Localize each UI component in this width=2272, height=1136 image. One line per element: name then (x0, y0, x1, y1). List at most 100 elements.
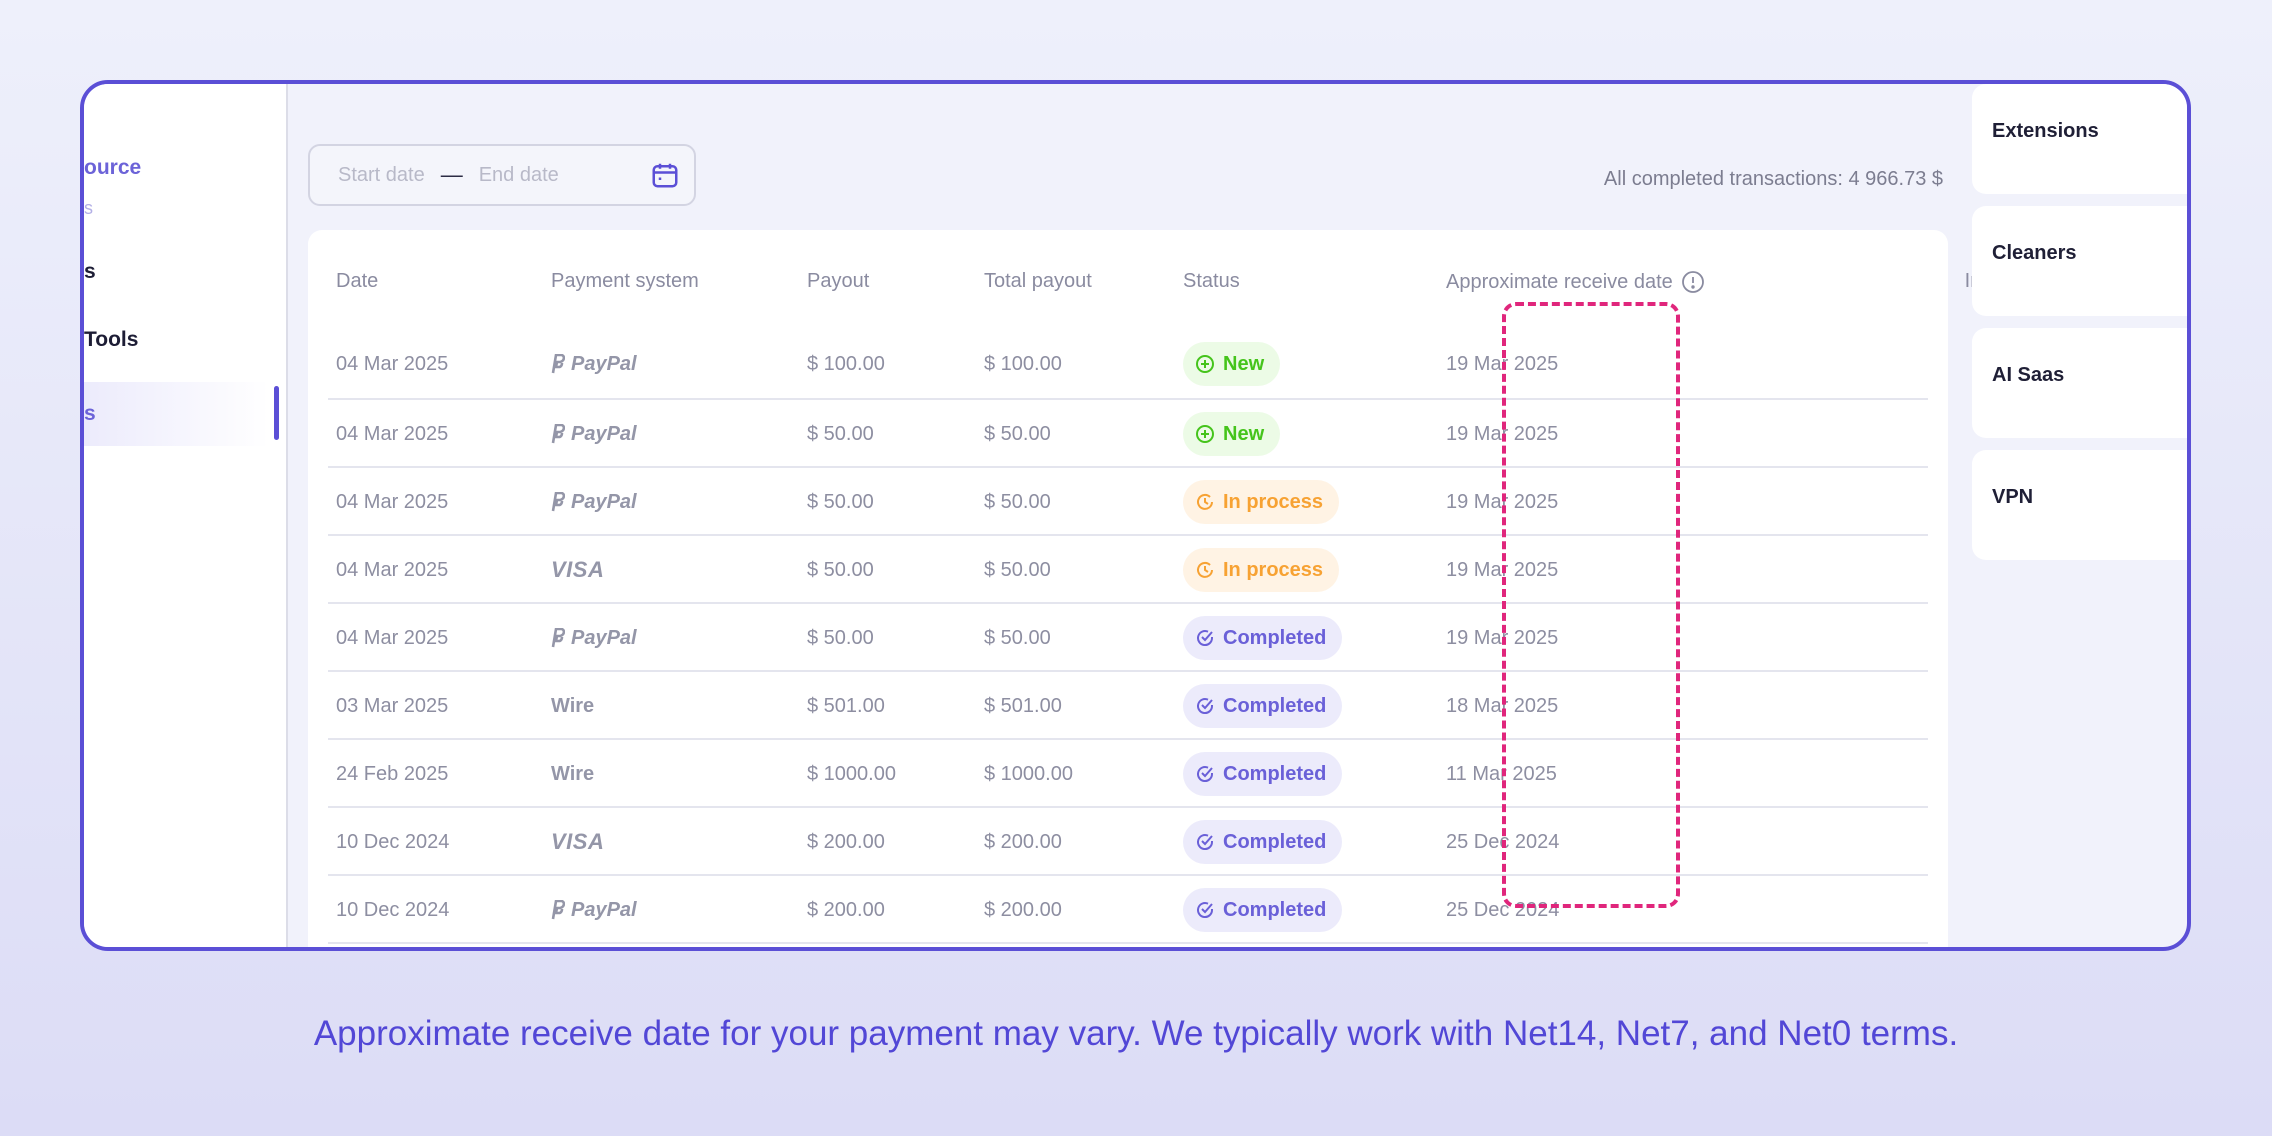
table-row[interactable]: 04 Mar 2025 PayPal $ 100.00 $ 100.00 New 19 M… (328, 330, 1928, 398)
payment-system-label: Wire (551, 694, 595, 717)
info-icon[interactable] (1681, 270, 1705, 294)
cell-date: 04 Mar 2025 (336, 422, 449, 445)
table-row[interactable]: 03 Mar 2025 Wire $ 501.00 $ 501.00 Completed… (328, 670, 1928, 738)
cell-approx-date: 19 Mar 2025 (1446, 422, 1559, 445)
sidebar-item-tools[interactable]: Tools (84, 328, 138, 352)
sidebar-item-active[interactable]: s (84, 382, 269, 446)
table-row[interactable]: 10 Dec 2024 VISA $ 200.00 $ 200.00 Completed… (328, 806, 1928, 874)
status-badge: New (1183, 412, 1281, 456)
calendar-icon[interactable] (650, 160, 680, 190)
payment-system-label: PayPal (571, 422, 637, 445)
cell-status: Completed (1183, 740, 1343, 808)
cell-status: Completed (1183, 672, 1343, 740)
status-badge: Completed (1183, 684, 1343, 728)
check-circle-icon (1195, 764, 1215, 784)
table-row[interactable]: 04 Mar 2025 VISA $ 50.00 $ 50.00 In process 1… (328, 534, 1928, 602)
category-extensions[interactable]: Extensions (1972, 84, 2187, 194)
payment-system-label: Wire (551, 762, 595, 785)
payment-system-label: VISA (551, 557, 605, 582)
cell-total-payout: $ 50.00 (984, 558, 1051, 581)
cell-status: New (1183, 400, 1281, 468)
cell-payment-system: VISA (551, 944, 604, 947)
sidebar-item-2[interactable]: s (84, 260, 96, 284)
column-header-total-payout[interactable]: Total payout (984, 270, 1092, 293)
cell-payment-system: VISA (551, 808, 604, 876)
cell-date: 04 Mar 2025 (336, 558, 449, 581)
cell-status: In process (1183, 536, 1340, 604)
payment-system-label: VISA (551, 829, 605, 854)
table-row[interactable]: 06 Dec 2024 VISA $ 1000.00 $ 1109.98 Complet… (328, 942, 1928, 947)
category-vpn[interactable]: VPN (1972, 450, 2187, 560)
status-label: Completed (1223, 626, 1327, 649)
status-label: Completed (1223, 762, 1327, 785)
cell-date: 04 Mar 2025 (336, 352, 449, 375)
cell-status: New (1183, 330, 1281, 398)
category-cleaners[interactable]: Cleaners (1972, 206, 2187, 316)
cell-status: Completed (1183, 604, 1343, 672)
payment-system-label: PayPal (571, 490, 637, 513)
plus-circle-icon (1195, 354, 1215, 374)
cell-approx-date: 25 Dec 2024 (1446, 830, 1560, 853)
table-row[interactable]: 04 Mar 2025 PayPal $ 50.00 $ 50.00 Completed… (328, 602, 1928, 670)
transactions-table: Date Payment system Payout Total payout … (308, 230, 1998, 947)
date-separator: — (440, 162, 463, 187)
cell-total-payout: $ 1109.98 (984, 944, 1072, 947)
sidebar-item-0[interactable]: ource (84, 156, 141, 180)
table-row[interactable]: 24 Feb 2025 Wire $ 1000.00 $ 1000.00 Complet… (328, 738, 1928, 806)
sidebar-item-1[interactable]: s (84, 198, 93, 219)
cell-status: Completed (1183, 876, 1343, 944)
category-ai-saas[interactable]: AI Saas (1972, 328, 2187, 438)
cell-payout: $ 200.00 (807, 830, 885, 853)
end-date-input[interactable]: End date (479, 164, 559, 187)
column-header-payout[interactable]: Payout (807, 270, 869, 293)
cell-payout: $ 50.00 (807, 558, 874, 581)
cell-total-payout: $ 501.00 (984, 694, 1062, 717)
column-header-payment-system[interactable]: Payment system (551, 270, 699, 293)
cell-date: 24 Feb 2025 (336, 762, 449, 785)
status-badge: Completed (1183, 616, 1343, 660)
cell-payment-system: PayPal (551, 876, 637, 944)
cell-total-payout: $ 100.00 (984, 352, 1062, 375)
payment-system-label: PayPal (571, 898, 637, 921)
payment-system-label: PayPal (571, 626, 637, 649)
start-date-input[interactable]: Start date (338, 164, 425, 187)
cell-payout: $ 1000.00 (807, 762, 896, 785)
app-window: ource s s Tools s Start date — End date … (80, 80, 2191, 951)
status-badge: Completed (1183, 888, 1343, 932)
paypal-icon (551, 354, 565, 374)
status-badge: New (1183, 342, 1281, 386)
status-badge: Completed (1183, 752, 1343, 796)
check-circle-icon (1195, 900, 1215, 920)
column-header-approx-date[interactable]: Approximate receive date (1446, 270, 1705, 294)
category-panel: Extensions Cleaners AI Saas VPN (1972, 84, 2187, 947)
cell-payment-system: PayPal (551, 400, 637, 468)
status-badge: Completed (1183, 820, 1343, 864)
status-label: In process (1223, 490, 1324, 513)
cell-approx-date: 19 Mar 2025 (1446, 490, 1559, 513)
cell-approx-date: 19 Mar 2025 (1446, 626, 1559, 649)
date-range-picker[interactable]: Start date — End date (308, 144, 696, 206)
sidebar-active-indicator (274, 386, 279, 440)
cell-date: 10 Dec 2024 (336, 898, 450, 921)
paypal-icon (551, 900, 565, 920)
status-label: In process (1223, 558, 1324, 581)
payment-system-label: PayPal (571, 352, 637, 375)
table-row[interactable]: 04 Mar 2025 PayPal $ 50.00 $ 50.00 New 19 Mar… (328, 398, 1928, 466)
cell-approx-date: 19 Mar 2025 (1446, 558, 1559, 581)
table-row[interactable]: 10 Dec 2024 PayPal $ 200.00 $ 200.00 Complet… (328, 874, 1928, 942)
cell-approx-date: 18 Mar 2025 (1446, 694, 1559, 717)
paypal-icon (551, 424, 565, 444)
status-label: Completed (1223, 694, 1327, 717)
status-badge: In process (1183, 480, 1340, 524)
clock-icon (1195, 560, 1215, 580)
column-header-status[interactable]: Status (1183, 270, 1240, 293)
status-label: Completed (1223, 898, 1327, 921)
cell-date: 10 Dec 2024 (336, 830, 450, 853)
cell-total-payout: $ 50.00 (984, 422, 1051, 445)
cell-payment-system: PayPal (551, 330, 637, 398)
completed-transactions-total: All completed transactions: 4 966.73 $ (1603, 168, 1943, 190)
cell-payment-system: Wire (551, 672, 594, 740)
column-header-date[interactable]: Date (336, 270, 378, 293)
cell-approx-date: 25 Dec 2024 (1446, 898, 1560, 921)
table-row[interactable]: 04 Mar 2025 PayPal $ 50.00 $ 50.00 In proces… (328, 466, 1928, 534)
